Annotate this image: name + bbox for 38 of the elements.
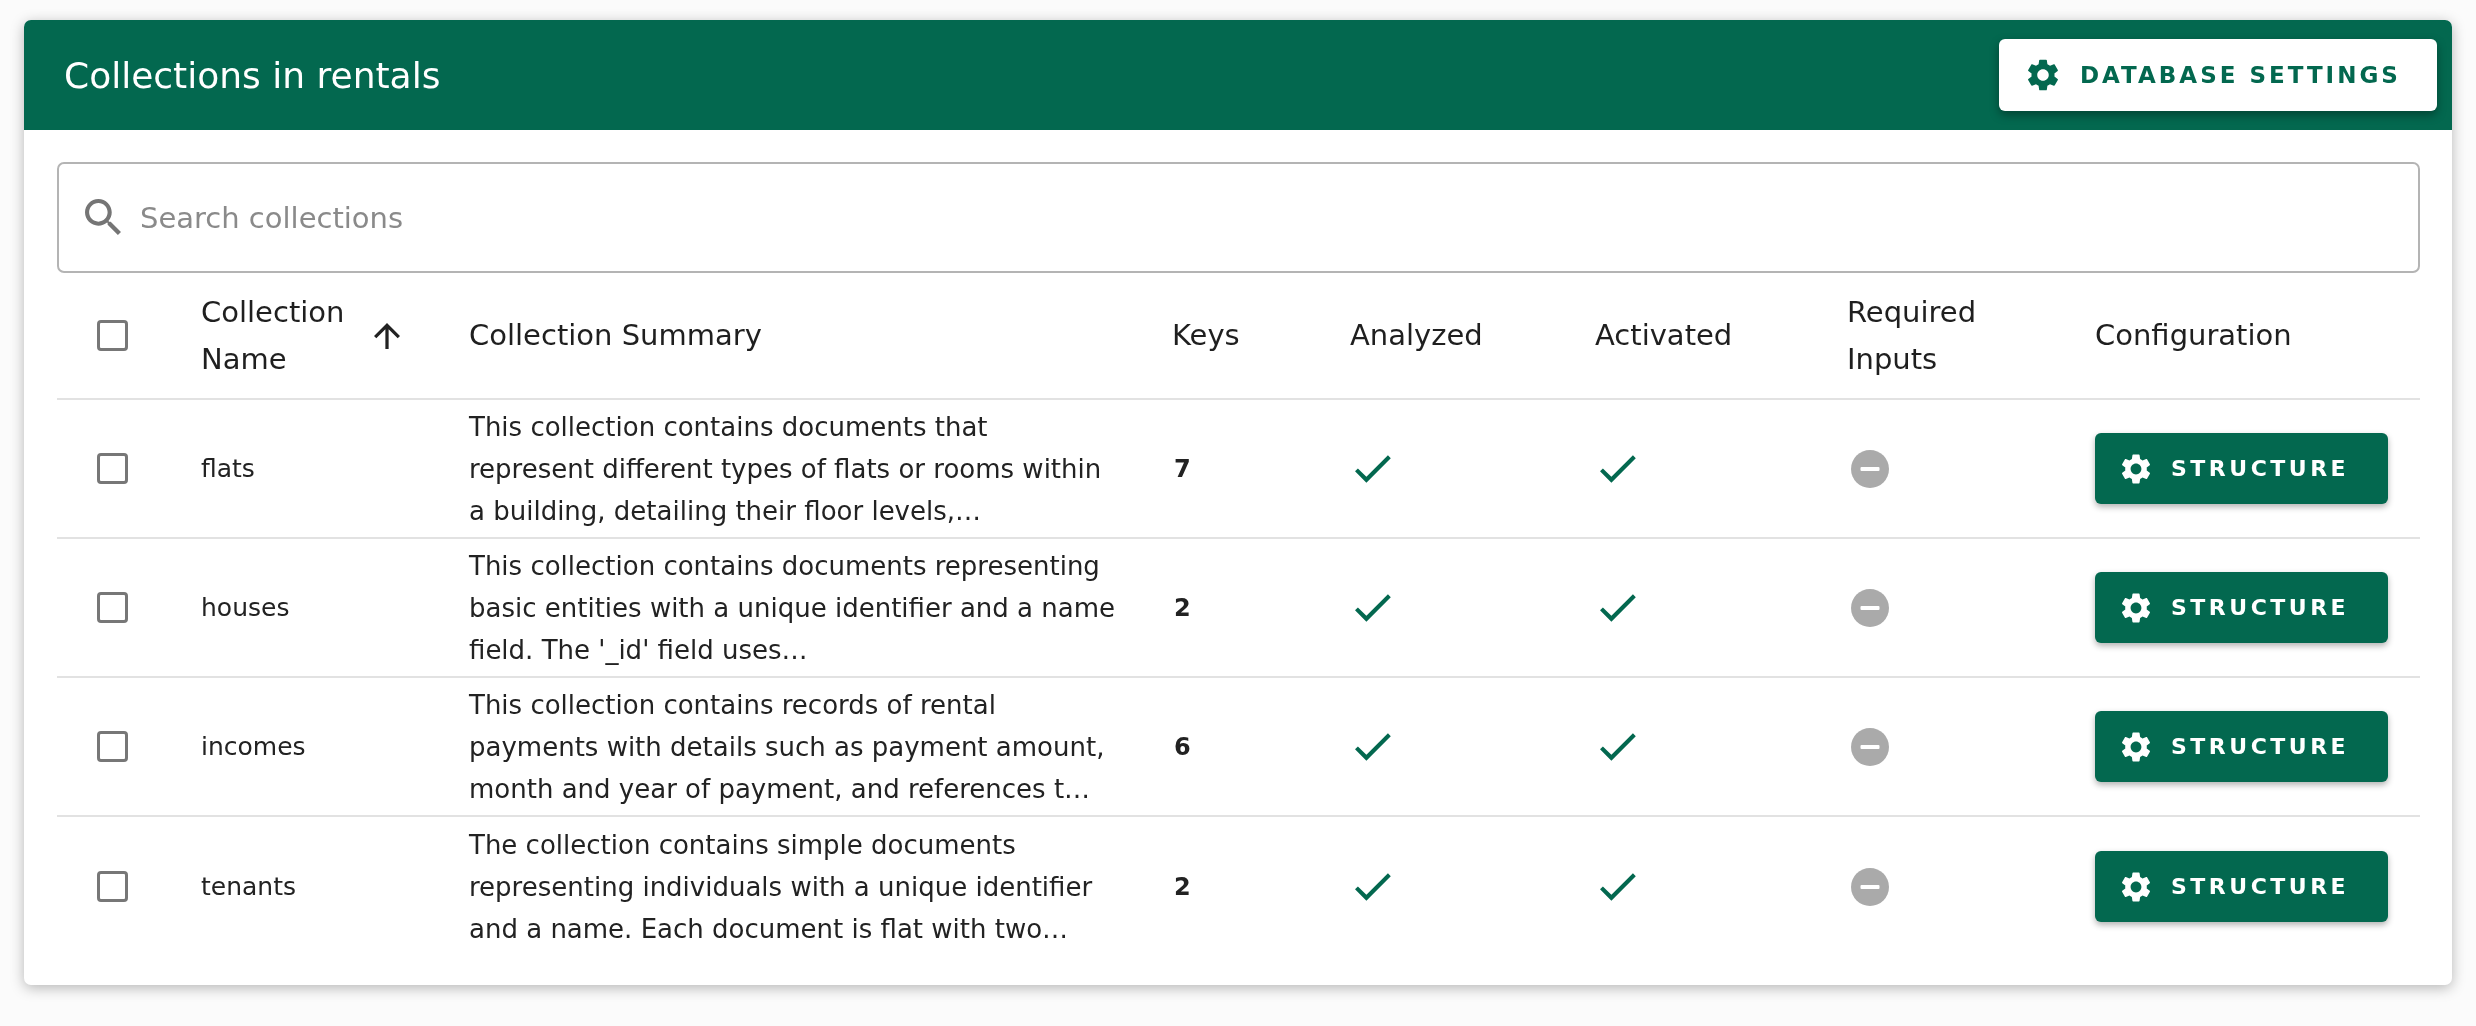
search-icon (85, 199, 121, 235)
row-checkbox[interactable] (97, 592, 128, 623)
structure-button[interactable]: STRUCTURE (2095, 572, 2388, 643)
column-header: Analyzed (1350, 317, 1483, 354)
structure-button[interactable]: STRUCTURE (2095, 433, 2388, 504)
column-header: Collection Summary (469, 317, 762, 354)
database-settings-button[interactable]: DATABASE SETTINGS (1999, 39, 2437, 111)
column-header[interactable]: Collection Name (201, 288, 366, 383)
column-header: Configuration (2095, 317, 2292, 354)
collection-summary: This collection contains documents representing basic entities with a unique identifier and a name field. The '_id' field uses… (469, 549, 1116, 667)
gear-icon (2121, 592, 2151, 623)
collection-name: flats (201, 454, 255, 483)
column-header: Keys (1172, 317, 1240, 354)
row-checkbox[interactable] (97, 731, 128, 762)
search-field[interactable]: Search collections (57, 162, 2420, 273)
column-header: Activated (1595, 317, 1733, 354)
row-checkbox[interactable] (97, 453, 128, 484)
gear-icon (2121, 731, 2151, 762)
collection-summary: The collection contains simple documents representing individuals with a unique identifier and a name. Each document is flat with two… (469, 828, 1094, 946)
collection-name: tenants (201, 872, 297, 901)
collection-name: houses (201, 593, 290, 622)
sort-arrow-icon[interactable] (374, 322, 400, 349)
key-count: 6 (1173, 732, 1191, 761)
gear-icon (2027, 59, 2059, 91)
row-checkbox[interactable] (97, 871, 128, 902)
collection-name: incomes (201, 732, 306, 761)
key-count: 2 (1173, 872, 1191, 901)
structure-button[interactable]: STRUCTURE (2095, 711, 2388, 782)
select-all-checkbox[interactable] (97, 320, 128, 351)
key-count: 2 (1173, 593, 1191, 622)
key-count: 7 (1173, 454, 1191, 483)
gear-icon (2121, 871, 2151, 902)
collection-summary: This collection contains documents that represent different types of flats or rooms within a building, detailing their floor levels,… (469, 410, 1103, 528)
collection-summary: This collection contains records of rental payments with details such as payment amount, month and year of payment, and references t… (469, 688, 1106, 806)
page-title: Collections in rentals (64, 54, 441, 96)
column-header: Required Inputs (1847, 293, 1978, 378)
structure-button[interactable]: STRUCTURE (2095, 851, 2388, 922)
gear-icon (2121, 453, 2151, 484)
